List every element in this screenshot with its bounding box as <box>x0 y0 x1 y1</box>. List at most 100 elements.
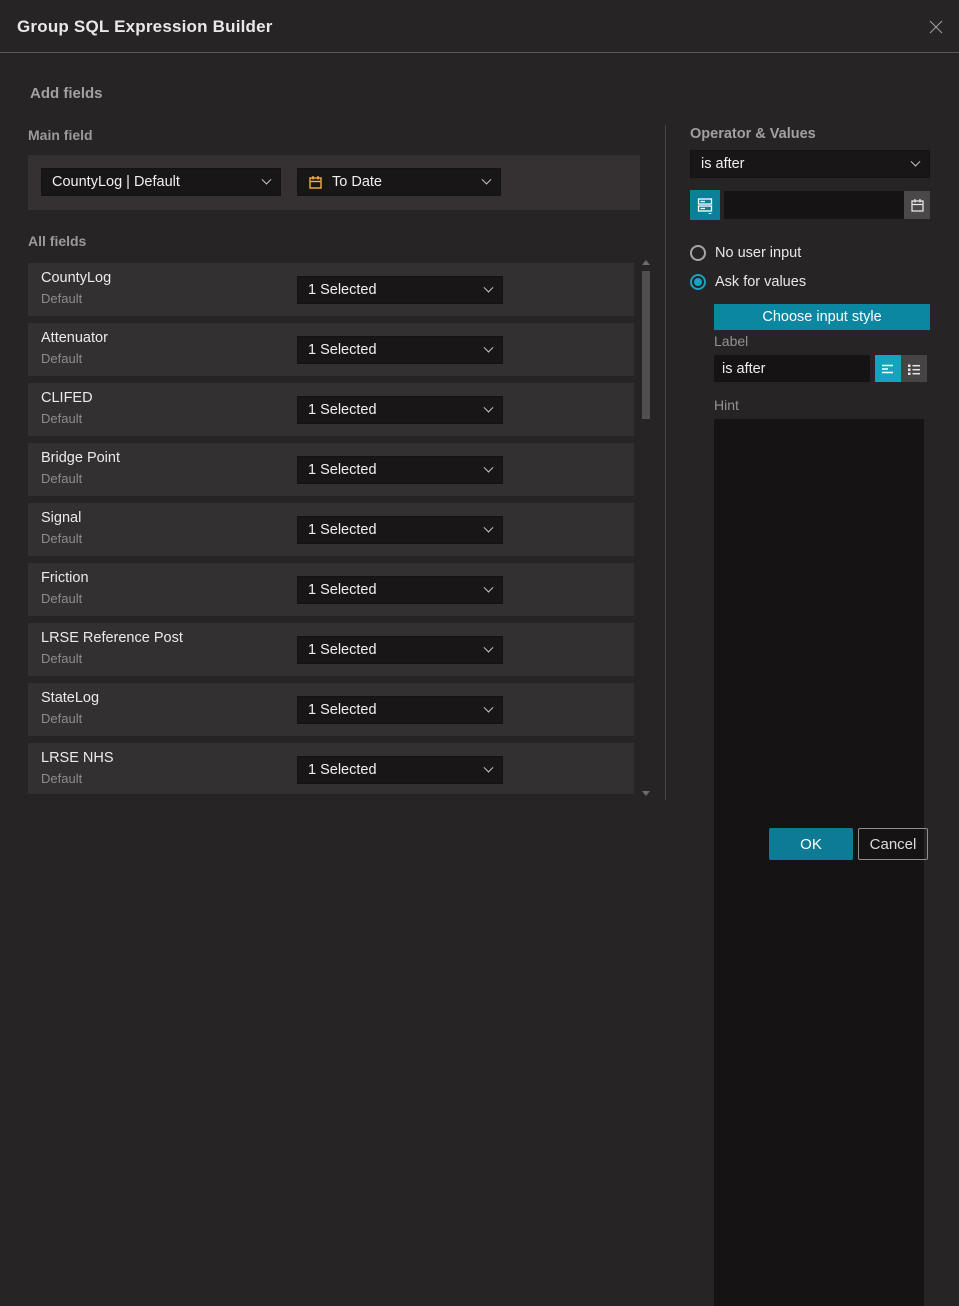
close-icon <box>929 20 943 34</box>
field-name: LRSE NHS <box>41 750 114 766</box>
value-type-button[interactable] <box>690 190 720 220</box>
radio-off-icon <box>690 245 706 261</box>
chevron-down-icon <box>483 642 494 653</box>
chevron-down-icon <box>910 156 921 167</box>
field-type: Default <box>41 711 83 726</box>
choose-input-style-button[interactable]: Choose input style <box>714 304 930 330</box>
chevron-down-icon <box>481 174 492 185</box>
field-type: Default <box>41 531 83 546</box>
label-input[interactable] <box>714 355 870 382</box>
label-input-row <box>714 355 927 382</box>
chevron-down-icon <box>483 402 494 413</box>
operator-select-value: is after <box>701 156 745 172</box>
field-values-select-value: 1 Selected <box>308 402 377 418</box>
field-type: Default <box>41 591 83 606</box>
scroll-up-icon[interactable] <box>642 260 650 265</box>
radio-no-user-input-label: No user input <box>715 245 802 261</box>
chevron-down-icon <box>483 462 494 473</box>
radio-on-icon <box>690 274 706 290</box>
field-row: StateLog Default 1 Selected <box>28 683 634 736</box>
field-values-select[interactable]: 1 Selected <box>297 456 503 484</box>
chevron-down-icon <box>483 522 494 533</box>
label-style-list-button[interactable] <box>901 355 927 382</box>
field-row: LRSE Reference Post Default 1 Selected <box>28 623 634 676</box>
main-field-label: Main field <box>28 127 93 143</box>
field-row: Friction Default 1 Selected <box>28 563 634 616</box>
hint-input[interactable] <box>714 419 924 1306</box>
date-picker-button[interactable] <box>904 191 930 219</box>
list-icon <box>908 364 920 375</box>
radio-no-user-input[interactable]: No user input <box>690 245 801 261</box>
main-field-select[interactable]: CountyLog | Default <box>41 168 281 196</box>
chevron-down-icon <box>483 342 494 353</box>
chevron-down-icon <box>483 702 494 713</box>
field-values-select[interactable]: 1 Selected <box>297 516 503 544</box>
label-field-label: Label <box>714 333 749 349</box>
scrollbar-thumb[interactable] <box>642 271 650 419</box>
scroll-down-icon[interactable] <box>642 791 650 796</box>
field-name: Signal <box>41 510 82 526</box>
field-name: Bridge Point <box>41 450 120 466</box>
label-style-text-button[interactable] <box>875 355 901 382</box>
field-values-select-value: 1 Selected <box>308 582 377 598</box>
field-values-select-value: 1 Selected <box>308 642 377 658</box>
field-values-select[interactable]: 1 Selected <box>297 336 503 364</box>
field-row: Signal Default 1 Selected <box>28 503 634 556</box>
field-type: Default <box>41 351 83 366</box>
field-values-select-value: 1 Selected <box>308 282 377 298</box>
field-values-select-value: 1 Selected <box>308 522 377 538</box>
field-type: Default <box>41 471 83 486</box>
dialog-title: Group SQL Expression Builder <box>17 17 273 36</box>
field-row: CLIFED Default 1 Selected <box>28 383 634 436</box>
all-fields-label: All fields <box>28 233 87 249</box>
calendar-icon <box>309 175 322 189</box>
calendar-icon <box>910 198 924 212</box>
radio-ask-for-values-label: Ask for values <box>715 274 807 290</box>
chevron-down-icon <box>483 282 494 293</box>
field-values-select[interactable]: 1 Selected <box>297 576 503 604</box>
field-row: Bridge Point Default 1 Selected <box>28 443 634 496</box>
value-input[interactable] <box>724 191 904 219</box>
field-values-select-value: 1 Selected <box>308 762 377 778</box>
value-type-icon <box>697 197 712 214</box>
close-button[interactable] <box>925 16 947 38</box>
field-type: Default <box>41 411 83 426</box>
align-left-icon <box>882 364 893 373</box>
field-type: Default <box>41 771 83 786</box>
radio-ask-for-values[interactable]: Ask for values <box>690 274 806 290</box>
field-values-select-value: 1 Selected <box>308 702 377 718</box>
chevron-down-icon <box>261 174 272 185</box>
all-fields-list: CountyLog Default 1 Selected Attenuator … <box>28 263 634 794</box>
field-values-select[interactable]: 1 Selected <box>297 396 503 424</box>
field-type: Default <box>41 651 83 666</box>
panel-divider <box>665 125 666 800</box>
dialog-titlebar: Group SQL Expression Builder <box>0 0 959 53</box>
field-name: Attenuator <box>41 330 108 346</box>
field-name: CountyLog <box>41 270 112 286</box>
field-row: Attenuator Default 1 Selected <box>28 323 634 376</box>
cancel-button[interactable]: Cancel <box>858 828 928 860</box>
main-field-panel: CountyLog | Default To Date <box>28 155 640 210</box>
operator-values-heading: Operator & Values <box>690 126 816 142</box>
main-field-select-value: CountyLog | Default <box>52 174 180 190</box>
field-values-select[interactable]: 1 Selected <box>297 696 503 724</box>
field-values-select[interactable]: 1 Selected <box>297 276 503 304</box>
field-values-select-value: 1 Selected <box>308 342 377 358</box>
field-name: LRSE Reference Post <box>41 630 183 646</box>
field-row: CountyLog Default 1 Selected <box>28 263 634 316</box>
field-type: Default <box>41 291 83 306</box>
value-input-group <box>724 191 930 219</box>
field-values-select[interactable]: 1 Selected <box>297 756 503 784</box>
main-date-select-value: To Date <box>332 174 382 190</box>
operator-select[interactable]: is after <box>690 150 930 178</box>
field-name: Friction <box>41 570 89 586</box>
field-row: LRSE NHS Default 1 Selected <box>28 743 634 794</box>
fields-scrollbar[interactable] <box>640 256 652 800</box>
ok-button[interactable]: OK <box>769 828 853 860</box>
chevron-down-icon <box>483 582 494 593</box>
field-name: CLIFED <box>41 390 93 406</box>
field-values-select-value: 1 Selected <box>308 462 377 478</box>
main-date-select[interactable]: To Date <box>297 168 501 196</box>
chevron-down-icon <box>483 762 494 773</box>
field-values-select[interactable]: 1 Selected <box>297 636 503 664</box>
